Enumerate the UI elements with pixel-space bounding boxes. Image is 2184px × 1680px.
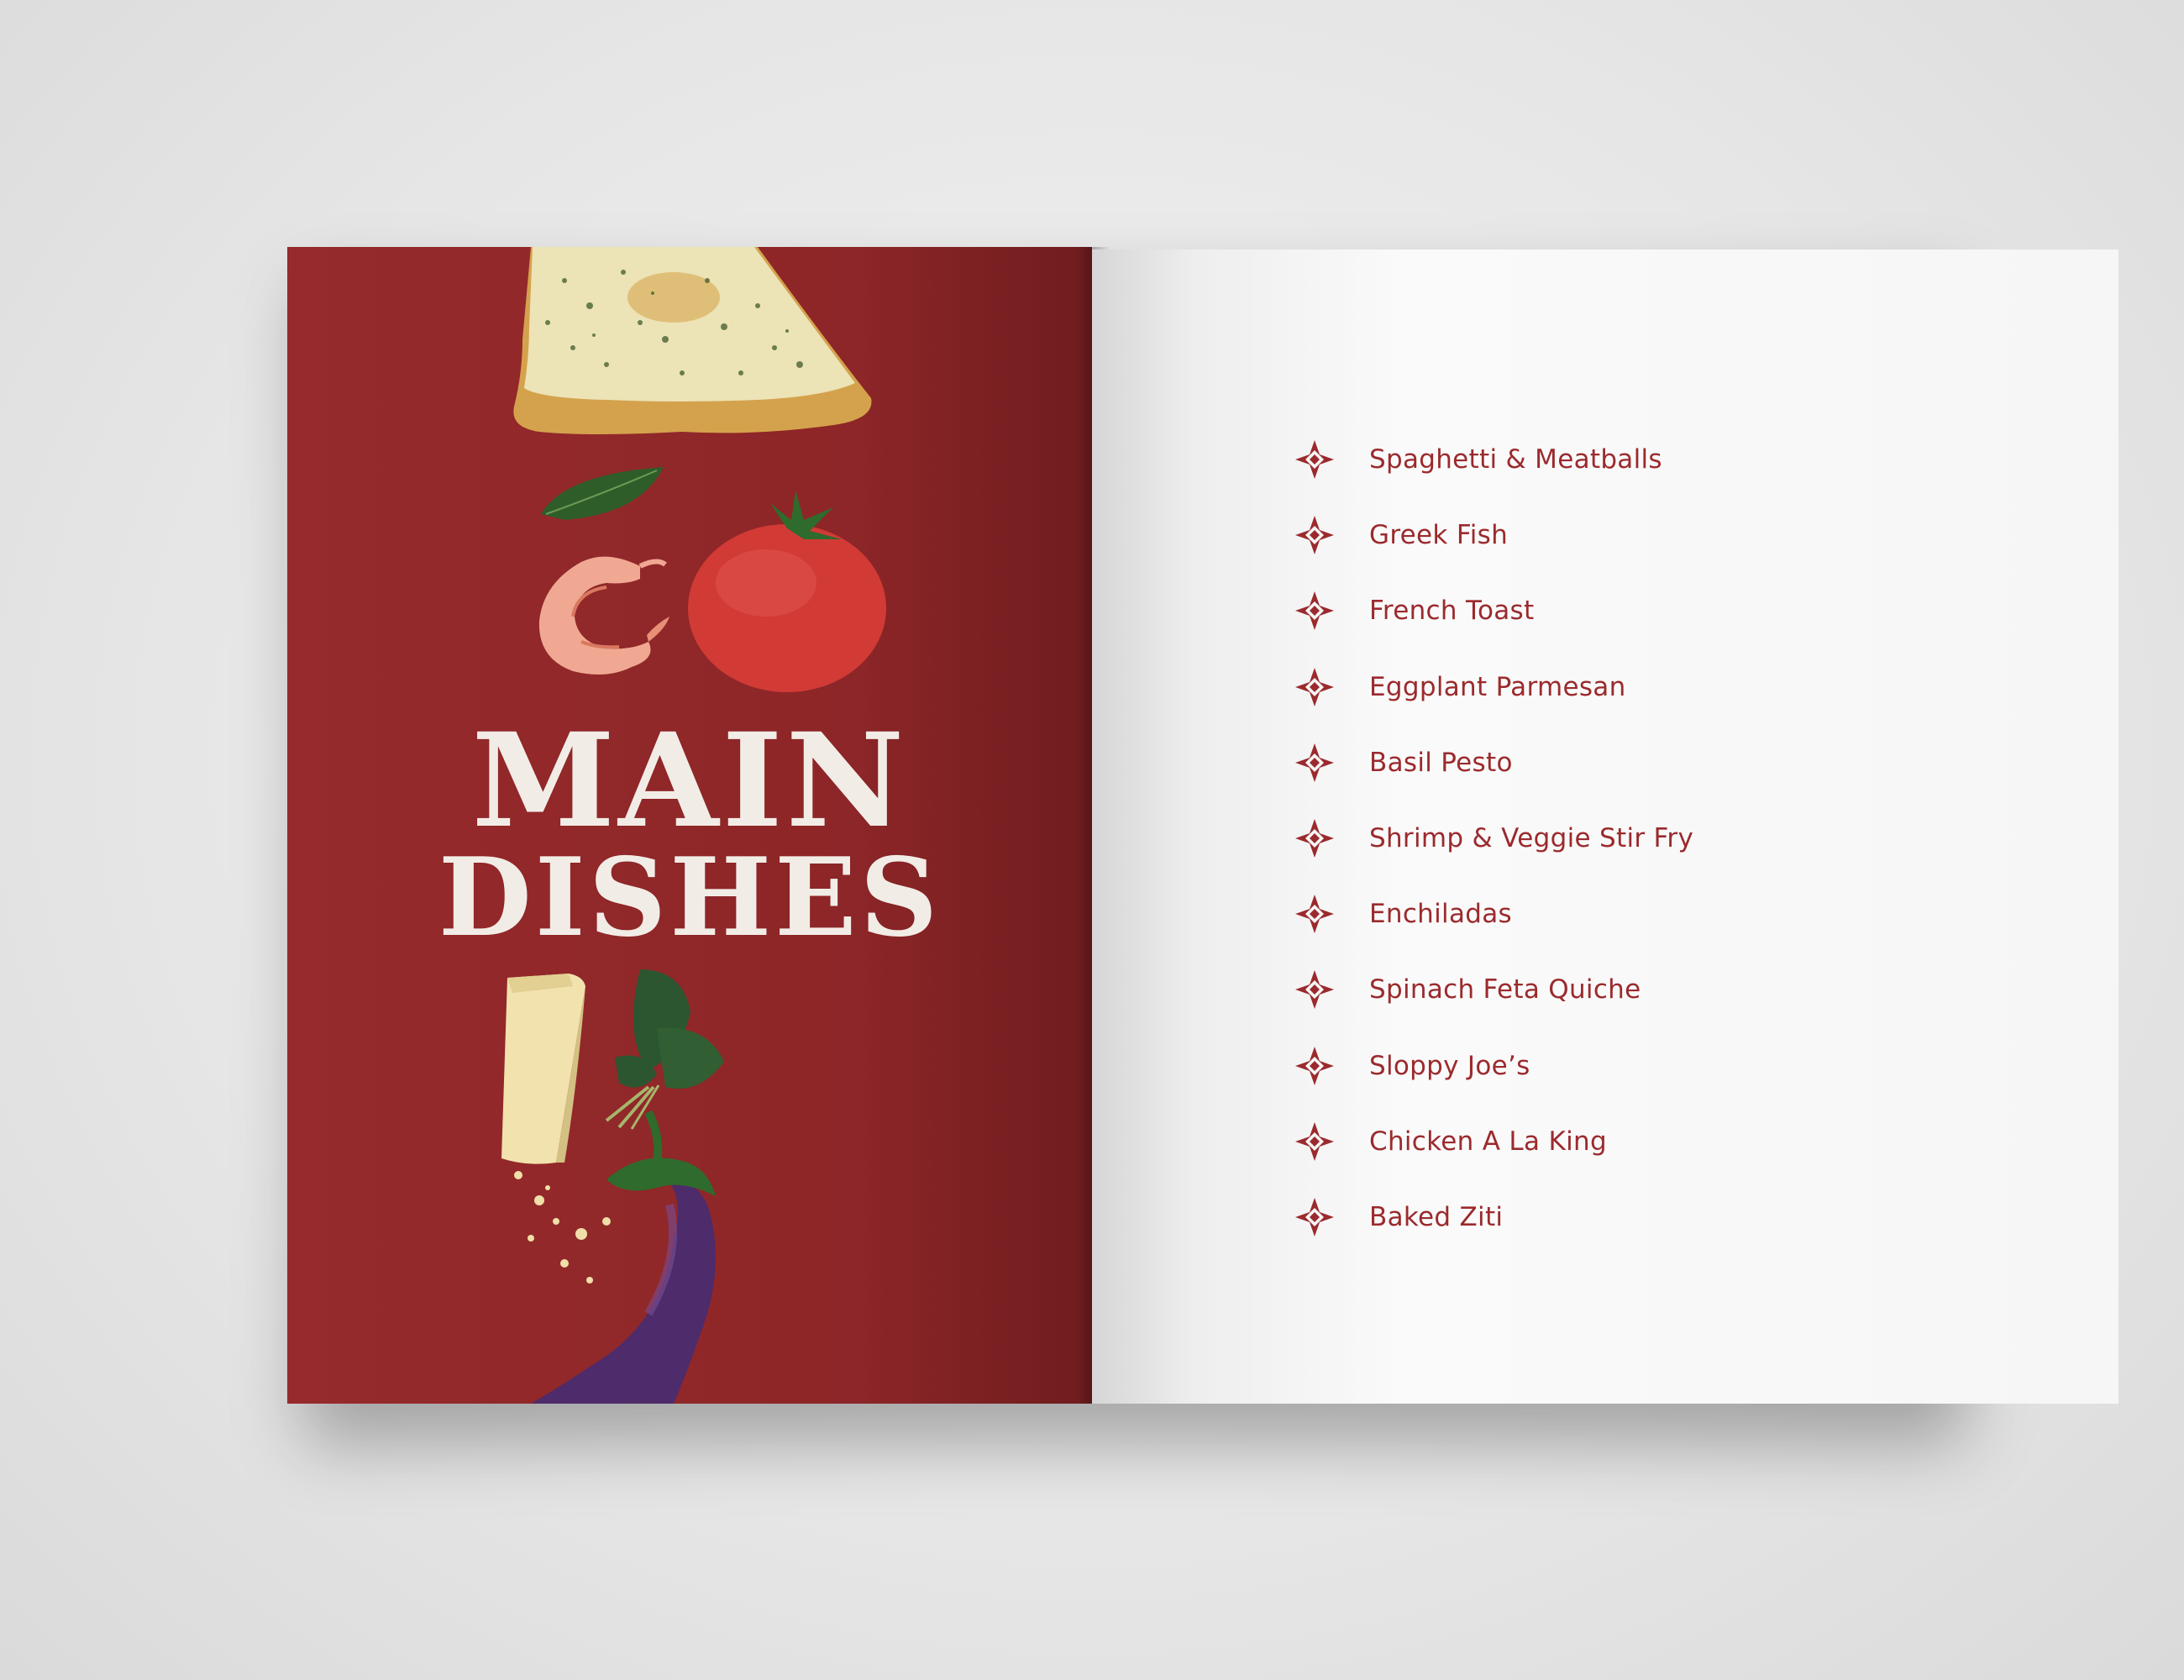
- list-item: French Toast: [1294, 573, 1693, 648]
- diamond-bullet-icon: [1295, 516, 1334, 555]
- dish-label: Spinach Feta Quiche: [1369, 974, 1641, 1005]
- diamond-bullet-icon: [1295, 743, 1334, 782]
- dish-label: Greek Fish: [1369, 520, 1509, 551]
- list-item: Enchiladas: [1294, 876, 1693, 952]
- cheese-crumbs-illustration: [514, 1171, 611, 1284]
- dish-label: Sloppy Joe’s: [1369, 1050, 1530, 1081]
- list-item: Eggplant Parmesan: [1294, 649, 1693, 725]
- diamond-bullet-icon: [1295, 1197, 1334, 1236]
- diamond-bullet-icon: [1295, 895, 1334, 934]
- diamond-bullet-icon: [1295, 1046, 1334, 1085]
- diamond-bullet-icon: [1295, 819, 1334, 858]
- flatbread-illustration: [513, 247, 872, 434]
- list-item: Sloppy Joe’s: [1294, 1028, 1693, 1104]
- dish-label: Enchiladas: [1369, 899, 1512, 930]
- dish-label: Shrimp & Veggie Stir Fry: [1369, 823, 1694, 854]
- dish-list: Spaghetti & Meatballs Greek Fish French To…: [1294, 422, 1693, 1255]
- dish-label: Basil Pesto: [1369, 747, 1513, 778]
- dish-label: French Toast: [1369, 596, 1535, 627]
- list-item: Basil Pesto: [1294, 725, 1693, 801]
- list-item: Spaghetti & Meatballs: [1294, 422, 1693, 497]
- list-item: Chicken A La King: [1294, 1104, 1693, 1179]
- title-main: MAIN: [471, 705, 908, 857]
- tomato-illustration: [688, 491, 886, 692]
- list-item: Spinach Feta Quiche: [1294, 952, 1693, 1027]
- list-item: Baked Ziti: [1294, 1179, 1693, 1255]
- diamond-bullet-icon: [1295, 440, 1334, 480]
- diamond-bullet-icon: [1295, 591, 1334, 631]
- dish-label: Eggplant Parmesan: [1369, 671, 1626, 702]
- basil-leaf-illustration: [541, 467, 664, 520]
- list-item: Shrimp & Veggie Stir Fry: [1294, 801, 1693, 876]
- dish-label: Chicken A La King: [1369, 1126, 1607, 1157]
- diamond-bullet-icon: [1295, 1121, 1334, 1161]
- herb-bundle-illustration: [605, 969, 724, 1130]
- title-dishes: DISHES: [438, 835, 942, 961]
- list-item: Greek Fish: [1294, 497, 1693, 573]
- dish-label: Spaghetti & Meatballs: [1369, 444, 1662, 475]
- parmesan-wedge-illustration: [501, 974, 585, 1164]
- booklet-mockup: MAIN DISHES Spaghetti & Meatballs Greek F…: [0, 0, 2184, 1680]
- left-page: MAIN DISHES: [287, 247, 1092, 1404]
- diamond-bullet-icon: [1295, 970, 1334, 1010]
- diamond-bullet-icon: [1295, 667, 1334, 706]
- right-page: Spaghetti & Meatballs Greek Fish French To…: [1092, 249, 2118, 1404]
- shrimp-illustration: [538, 556, 669, 675]
- dish-label: Baked Ziti: [1369, 1201, 1504, 1232]
